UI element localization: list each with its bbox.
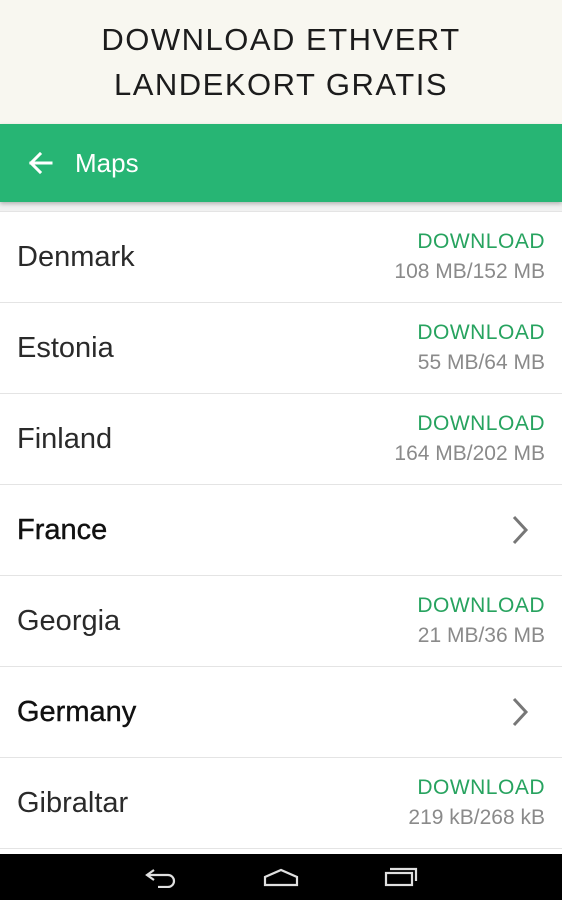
promo-banner-line1: DOWNLOAD ETHVERT xyxy=(101,22,461,57)
home-icon xyxy=(263,868,299,887)
download-size: 108 MB/152 MB xyxy=(394,260,545,283)
country-name: France xyxy=(17,513,108,546)
nav-home-button[interactable] xyxy=(251,854,311,900)
country-name: Georgia xyxy=(17,604,121,637)
back-button[interactable] xyxy=(20,143,60,183)
recent-apps-icon xyxy=(384,867,418,887)
download-size: 21 MB/36 MB xyxy=(417,624,545,647)
chevron-right-icon xyxy=(505,692,535,732)
download-button[interactable]: DOWNLOAD xyxy=(417,227,545,256)
download-button[interactable]: DOWNLOAD xyxy=(417,409,545,438)
download-button[interactable]: DOWNLOAD xyxy=(417,591,545,620)
chevron-right-icon xyxy=(505,510,535,550)
list-item-georgia[interactable]: Georgia DOWNLOAD 21 MB/36 MB xyxy=(0,576,562,667)
download-size: 55 MB/64 MB xyxy=(417,351,545,374)
download-size: 164 MB/202 MB xyxy=(394,442,545,465)
download-size: 219 kB/268 kB xyxy=(408,806,545,829)
system-nav-bar xyxy=(0,854,562,900)
page-title: Maps xyxy=(75,147,139,178)
download-button[interactable]: DOWNLOAD xyxy=(417,773,545,802)
list-top-edge xyxy=(0,202,562,212)
download-button[interactable]: DOWNLOAD xyxy=(417,318,545,347)
arrow-left-icon xyxy=(28,151,53,175)
country-name: Denmark xyxy=(17,240,135,273)
country-name: Germany xyxy=(17,695,137,728)
country-name: Finland xyxy=(17,422,113,455)
list-item-denmark[interactable]: Denmark DOWNLOAD 108 MB/152 MB xyxy=(0,212,562,303)
list-item-estonia[interactable]: Estonia DOWNLOAD 55 MB/64 MB xyxy=(0,303,562,394)
nav-back-button[interactable] xyxy=(131,854,191,900)
app-bar: Maps xyxy=(0,124,562,202)
back-icon xyxy=(145,869,176,888)
promo-banner-line2: LANDEKORT GRATIS xyxy=(113,67,449,102)
nav-recent-apps-button[interactable] xyxy=(371,854,431,900)
promo-banner: DOWNLOAD ETHVERT LANDEKORT GRATIS xyxy=(0,0,562,124)
country-list[interactable]: Denmark DOWNLOAD 108 MB/152 MB Estonia D… xyxy=(0,202,562,854)
country-name: Estonia xyxy=(17,331,114,364)
list-item-france[interactable]: France xyxy=(0,485,562,576)
list-item-finland[interactable]: Finland DOWNLOAD 164 MB/202 MB xyxy=(0,394,562,485)
list-item-germany[interactable]: Germany xyxy=(0,667,562,758)
list-item-gibraltar[interactable]: Gibraltar DOWNLOAD 219 kB/268 kB xyxy=(0,758,562,849)
country-name: Gibraltar xyxy=(17,786,129,819)
